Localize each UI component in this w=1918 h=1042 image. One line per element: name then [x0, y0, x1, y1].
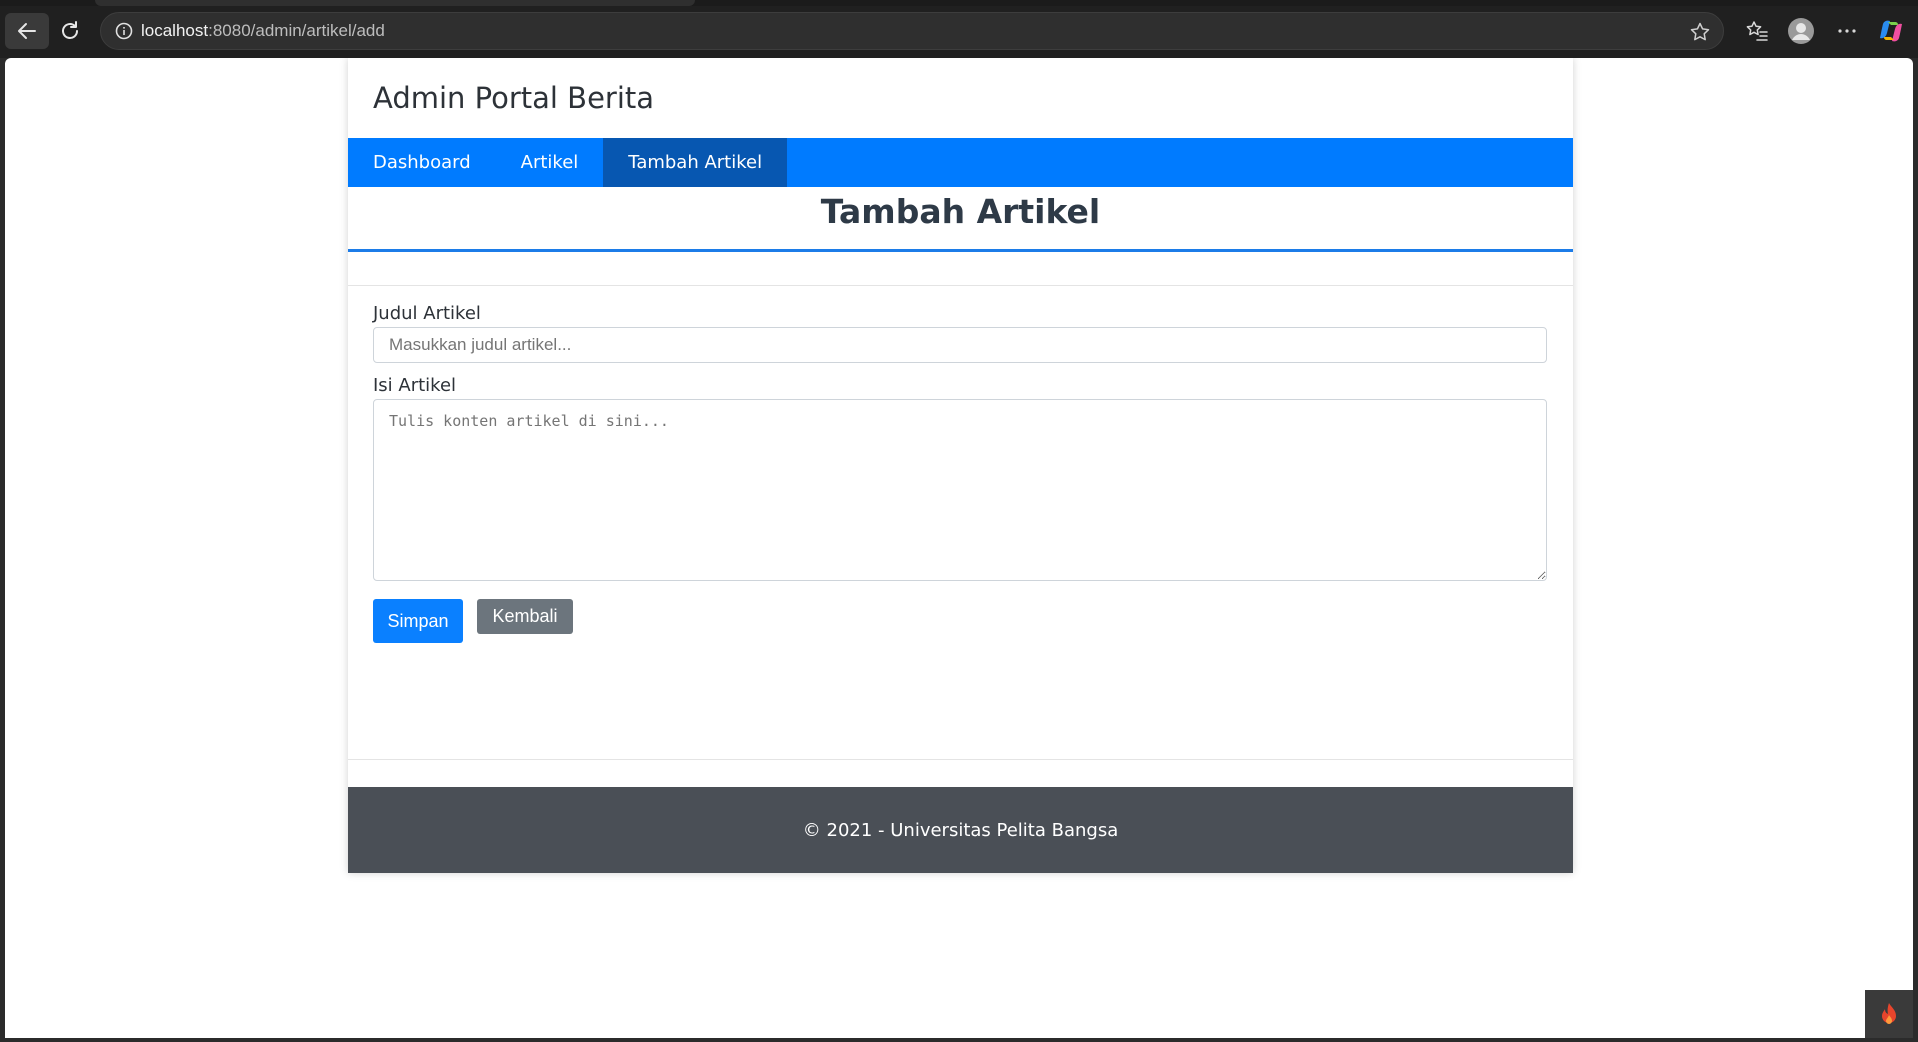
site-title: Admin Portal Berita — [373, 81, 655, 115]
site-footer: © 2021 - Universitas Pelita Bangsa — [348, 787, 1573, 873]
browser-tab[interactable] — [95, 0, 695, 6]
content-label: Isi Artikel — [373, 375, 457, 396]
flame-icon — [1882, 1003, 1896, 1024]
info-icon — [115, 22, 133, 40]
save-button[interactable]: Simpan — [373, 599, 463, 643]
main-nav: Dashboard Artikel Tambah Artikel — [348, 138, 1573, 187]
back-button[interactable] — [5, 13, 49, 49]
window-edge — [1913, 58, 1918, 1042]
nav-dashboard[interactable]: Dashboard — [348, 138, 496, 187]
content-field-wrapper — [348, 399, 1573, 581]
title-input[interactable] — [373, 327, 1547, 363]
star-icon — [1690, 22, 1710, 41]
favorites-icon — [1746, 21, 1768, 41]
copilot-button[interactable] — [1876, 16, 1906, 46]
back-button-form[interactable]: Kembali — [477, 599, 573, 634]
tab-strip — [0, 0, 1918, 6]
page-title: Tambah Artikel — [820, 192, 1101, 231]
page-heading: Tambah Artikel — [348, 187, 1573, 252]
more-button[interactable] — [1832, 16, 1862, 46]
url-host: localhost — [141, 21, 209, 40]
favorites-button[interactable] — [1742, 16, 1772, 46]
arrow-left-icon — [18, 23, 36, 39]
url-path: :8080/admin/artikel/add — [208, 21, 385, 40]
reload-icon — [62, 21, 78, 39]
site-header: Admin Portal Berita — [348, 58, 1573, 138]
copilot-icon — [1880, 20, 1902, 42]
article-form: Judul Artikel Isi Artikel Simpan Kembali — [348, 285, 1573, 760]
profile-button[interactable] — [1786, 16, 1816, 46]
browser-toolbar: localhost:8080/admin/artikel/add — [0, 0, 1918, 58]
profile-icon — [1788, 18, 1814, 44]
site-info-button[interactable] — [107, 13, 141, 49]
more-icon — [1838, 29, 1856, 33]
debug-toolbar-toggle[interactable] — [1865, 990, 1913, 1038]
url-text[interactable]: localhost:8080/admin/artikel/add — [141, 21, 385, 41]
address-bar[interactable]: localhost:8080/admin/artikel/add — [100, 12, 1724, 50]
reload-button[interactable] — [48, 13, 92, 49]
add-favorite-button[interactable] — [1689, 21, 1711, 43]
content-textarea[interactable] — [373, 399, 1547, 581]
nav-tambah-artikel[interactable]: Tambah Artikel — [603, 138, 788, 187]
title-label: Judul Artikel — [373, 303, 481, 324]
nav-artikel[interactable]: Artikel — [496, 138, 604, 187]
footer-text: © 2021 - Universitas Pelita Bangsa — [802, 819, 1119, 841]
page-viewport: Admin Portal Berita Dashboard Artikel Ta… — [5, 58, 1913, 1038]
page-container: Admin Portal Berita Dashboard Artikel Ta… — [348, 58, 1573, 873]
